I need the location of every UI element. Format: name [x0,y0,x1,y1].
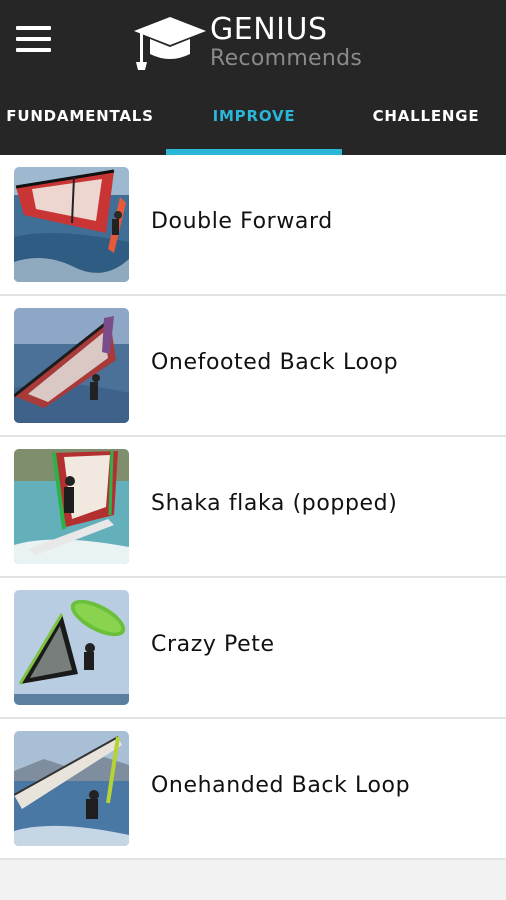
hamburger-menu-icon[interactable] [16,26,52,54]
tab-bar: FUNDAMENTALS IMPROVE CHALLENGE [0,92,506,155]
list-item[interactable]: Onehanded Back Loop [0,719,506,860]
app-header: GENIUS Recommends FUNDAMENTALS IMPROVE C… [0,0,506,155]
app-logo: GENIUS Recommends [132,12,382,76]
moves-list: Double Forward Onefooted Back Loop Shaka… [0,155,506,860]
move-thumbnail [14,308,129,423]
move-title: Double Forward [151,209,333,234]
brand-subtitle: Recommends [210,46,363,71]
move-title: Shaka flaka (popped) [151,491,398,516]
tab-challenge[interactable]: CHALLENGE [346,92,506,155]
move-thumbnail [14,167,129,282]
list-item[interactable]: Shaka flaka (popped) [0,437,506,578]
graduation-cap-icon [134,17,206,70]
tab-fundamentals[interactable]: FUNDAMENTALS [0,92,160,155]
move-title: Onefooted Back Loop [151,350,399,375]
tab-improve[interactable]: IMPROVE [166,92,342,155]
brand-name: GENIUS [210,12,328,47]
list-item[interactable]: Crazy Pete [0,578,506,719]
move-thumbnail [14,449,129,564]
move-thumbnail [14,590,129,705]
list-item[interactable]: Onefooted Back Loop [0,296,506,437]
move-thumbnail [14,731,129,846]
move-title: Onehanded Back Loop [151,773,411,798]
move-title: Crazy Pete [151,632,275,657]
list-item[interactable]: Double Forward [0,155,506,296]
